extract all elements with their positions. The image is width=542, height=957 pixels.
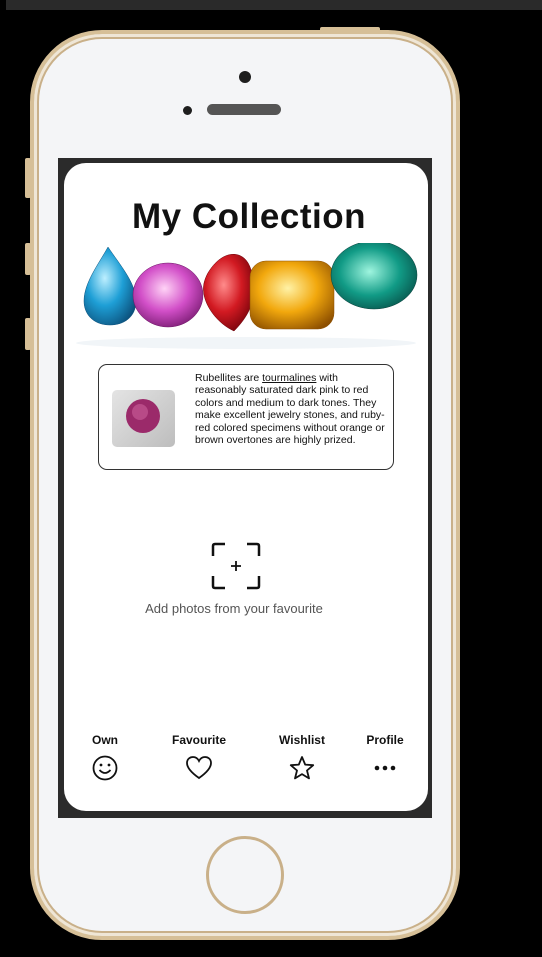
gem-description: Rubellites are tourmalines with reasonab… [195,372,387,446]
page-title: My Collection [131,197,367,236]
nav-wishlist-label: Wishlist [279,733,325,747]
tourmalines-link[interactable]: tourmalines [262,372,316,384]
nav-wishlist[interactable]: Wishlist [267,733,337,781]
proximity-sensor [183,106,192,115]
front-camera [239,71,251,83]
gem-info-card: Rubellites are tourmalines with reasonab… [98,364,394,470]
heart-icon [186,756,212,780]
app-screen: My Collection Rubellites are tourmalines… [64,163,428,811]
earpiece-speaker [207,104,281,115]
top-bar [6,0,542,10]
description-text-start: Rubellites are [195,372,263,384]
star-icon [289,756,315,780]
camera-frame-add-icon [211,542,261,590]
home-button[interactable] [206,836,284,914]
volume-up-button [25,243,31,275]
nav-favourite-label: Favourite [171,733,226,747]
ruby-gem [203,254,255,332]
power-button [320,27,380,32]
volume-down-button [25,318,31,350]
nav-own-label: Own [92,733,118,747]
blue-topaz-gem [83,246,137,326]
add-photo-text: Add photos from your favourite [145,601,323,616]
nav-profile[interactable]: Profile [350,733,420,781]
pink-sapphire-gem [132,262,204,328]
citrine-gem [249,260,335,330]
emerald-gem [330,243,418,310]
nav-favourite[interactable]: Favourite [164,733,234,781]
nav-profile-label: Profile [366,733,404,747]
add-photo-button[interactable] [211,542,261,590]
more-dots-icon [374,765,396,771]
mute-switch [25,158,31,198]
rubellite-thumbnail [112,390,175,447]
nav-own[interactable]: Own [70,733,140,781]
gemstones-banner-image [76,243,418,349]
smiley-icon [92,755,118,781]
